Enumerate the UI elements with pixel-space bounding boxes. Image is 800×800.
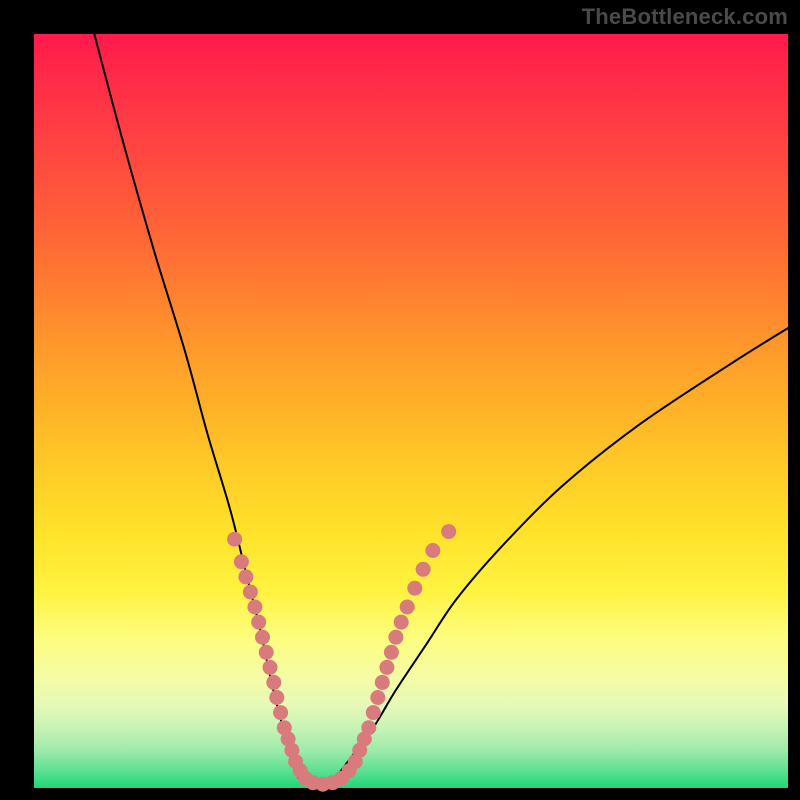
marker-dot [361,720,376,735]
marker-dot [247,600,262,615]
marker-dot [255,630,270,645]
bottleneck-curve [94,34,788,785]
chart-frame: TheBottleneck.com [0,0,800,800]
marker-dot [269,690,284,705]
marker-dot [384,645,399,660]
marker-dot [379,660,394,675]
marker-dot [243,585,258,600]
marker-dots [227,524,456,792]
marker-dot [273,705,288,720]
marker-dot [400,600,415,615]
marker-dot [425,543,440,558]
curve-svg [34,34,788,788]
marker-dot [366,705,381,720]
marker-dot [370,690,385,705]
marker-dot [266,675,281,690]
plot-area [34,34,788,788]
marker-dot [407,581,422,596]
marker-dot [441,524,456,539]
marker-dot [238,569,253,584]
marker-dot [394,615,409,630]
marker-dot [416,562,431,577]
marker-dot [259,645,274,660]
marker-dot [251,615,266,630]
watermark-text: TheBottleneck.com [582,4,788,30]
marker-dot [263,660,278,675]
marker-dot [227,532,242,547]
marker-dot [375,675,390,690]
marker-dot [234,554,249,569]
marker-dot [388,630,403,645]
